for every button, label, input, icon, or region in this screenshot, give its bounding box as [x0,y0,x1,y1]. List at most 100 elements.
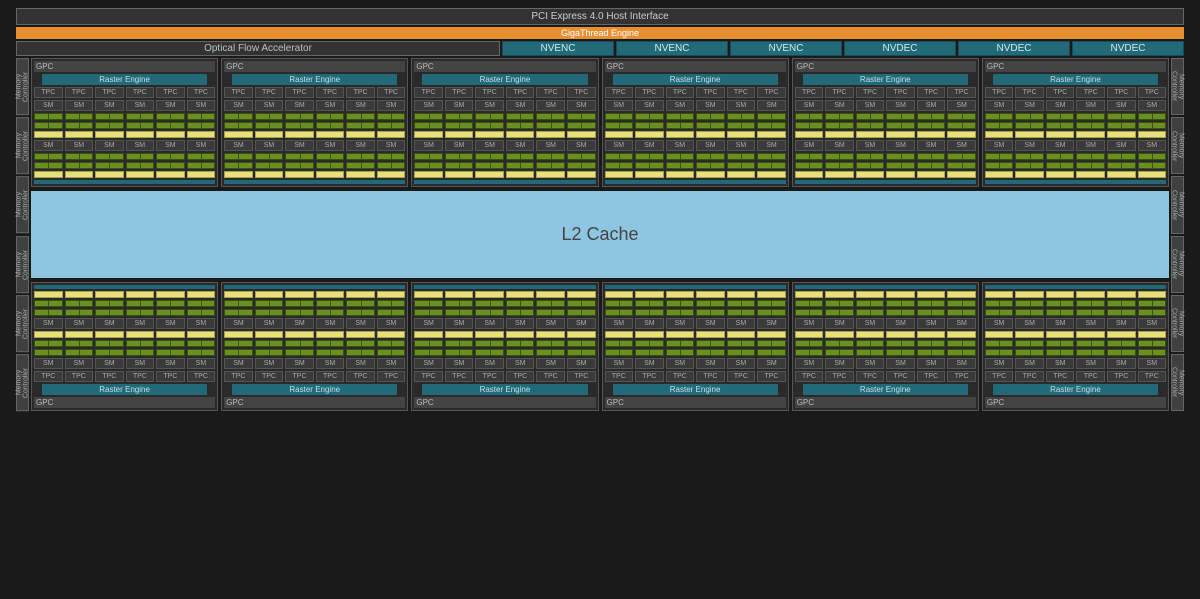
cuda-core-block [635,300,664,307]
gpc-block: GPCRaster EngineTPCTPCTPCTPCTPCTPCSMSMSM… [31,282,218,411]
optical-flow-accelerator: Optical Flow Accelerator [16,41,500,56]
sm-label: SM [795,140,824,151]
cuda-core-block [985,340,1014,347]
cuda-core-block [1015,309,1044,316]
cuda-core-block [856,122,885,129]
tensor-core-block [856,131,885,138]
cuda-core-block [1015,153,1044,160]
gigathread-engine: GigaThread Engine [16,27,1184,39]
tensor-core-block [224,331,253,338]
raster-engine: Raster Engine [422,384,587,395]
tensor-core-row [414,171,595,178]
gpc-label: GPC [795,61,976,72]
cuda-core-block [316,349,345,356]
cuda-core-block [1076,162,1105,169]
cuda-core-block [1015,340,1044,347]
tensor-core-row [34,171,215,178]
cuda-core-block [795,340,824,347]
tensor-core-block [1046,331,1075,338]
cuda-core-block [856,113,885,120]
tpc-label: TPC [985,87,1014,98]
tpc-label: TPC [605,371,634,382]
cuda-core-block [856,300,885,307]
tpc-row: TPCTPCTPCTPCTPCTPC [605,87,786,98]
gpc-label: GPC [414,61,595,72]
tensor-core-block [65,131,94,138]
gpc-label: GPC [985,61,1166,72]
cuda-core-block [856,153,885,160]
polymorph-engine-bar [795,285,976,289]
tpc-label: TPC [224,87,253,98]
tpc-label: TPC [1076,371,1105,382]
cuda-core-block [65,122,94,129]
tensor-core-row [795,291,976,298]
cuda-core-block [285,300,314,307]
tensor-core-block [727,331,756,338]
tpc-label: TPC [346,87,375,98]
sm-label: SM [757,100,786,111]
sm-row: SMSMSMSMSMSM [34,100,215,111]
memory-controller: Memory Controller [16,117,29,174]
cuda-core-block [696,162,725,169]
sm-label: SM [1076,318,1105,329]
tpc-label: TPC [886,87,915,98]
tpc-label: TPC [635,87,664,98]
gpc-block: GPCRaster EngineTPCTPCTPCTPCTPCTPCSMSMSM… [792,282,979,411]
sm-row: SMSMSMSMSMSM [414,358,595,369]
cuda-core-block [666,122,695,129]
gpc-block: GPCRaster EngineTPCTPCTPCTPCTPCTPCSMSMSM… [602,58,789,187]
sm-row: SMSMSMSMSMSM [605,140,786,151]
tensor-core-block [445,331,474,338]
tpc-label: TPC [666,371,695,382]
sm-label: SM [285,140,314,151]
tpc-label: TPC [536,371,565,382]
cuda-core-row [605,113,786,120]
sm-label: SM [536,318,565,329]
tensor-core-block [1138,291,1167,298]
tensor-core-block [1076,171,1105,178]
cuda-core-block [316,309,345,316]
cuda-core-block [377,309,406,316]
tensor-core-block [856,171,885,178]
cuda-core-block [1046,153,1075,160]
sm-label: SM [985,318,1014,329]
tensor-core-block [414,171,443,178]
tensor-core-block [1107,331,1136,338]
tpc-label: TPC [377,87,406,98]
cuda-core-block [126,349,155,356]
raster-engine: Raster Engine [42,74,207,85]
sm-label: SM [605,358,634,369]
sm-label: SM [414,358,443,369]
gpc-block: GPCRaster EngineTPCTPCTPCTPCTPCTPCSMSMSM… [982,282,1169,411]
sm-label: SM [567,358,596,369]
cuda-core-block [567,162,596,169]
cuda-core-block [1138,113,1167,120]
sm-label: SM [156,358,185,369]
tpc-label: TPC [1015,371,1044,382]
cuda-core-block [126,340,155,347]
tpc-row: TPCTPCTPCTPCTPCTPC [795,87,976,98]
sm-label: SM [156,140,185,151]
tensor-core-block [255,331,284,338]
gpc-block: GPCRaster EngineTPCTPCTPCTPCTPCTPCSMSMSM… [792,58,979,187]
memory-controller: Memory Controller [16,354,29,411]
tpc-label: TPC [255,371,284,382]
cuda-core-row [795,122,976,129]
tensor-core-block [156,171,185,178]
cuda-core-block [95,153,124,160]
tensor-core-block [475,291,504,298]
tpc-label: TPC [316,371,345,382]
cuda-core-block [917,340,946,347]
sm-label: SM [285,318,314,329]
sm-label: SM [34,140,63,151]
sm-label: SM [825,140,854,151]
cuda-core-block [605,340,634,347]
cuda-core-row [414,153,595,160]
cuda-core-row [605,153,786,160]
tensor-core-block [605,291,634,298]
tpc-label: TPC [1138,371,1167,382]
gpc-row-bottom: GPCRaster EngineTPCTPCTPCTPCTPCTPCSMSMSM… [31,282,1169,411]
tensor-core-row [414,331,595,338]
polymorph-engine-bar [224,180,405,184]
raster-engine: Raster Engine [993,384,1158,395]
